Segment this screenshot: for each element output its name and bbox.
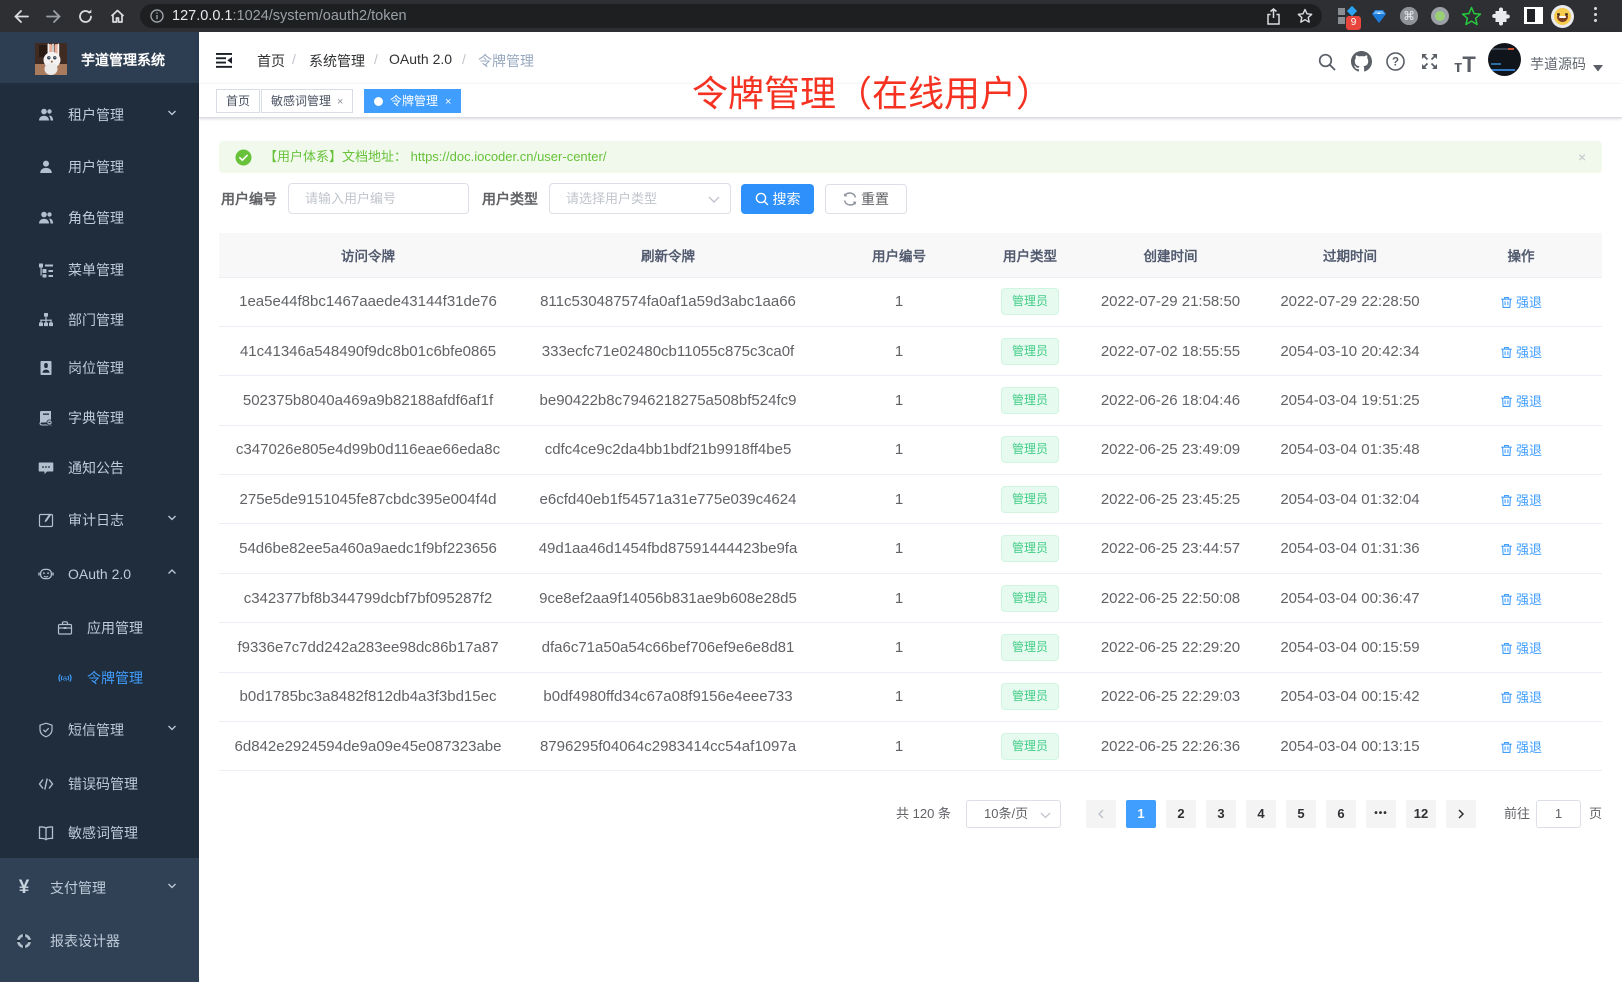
svg-text:a: a [63,674,68,683]
svg-text:?: ? [1392,57,1399,69]
